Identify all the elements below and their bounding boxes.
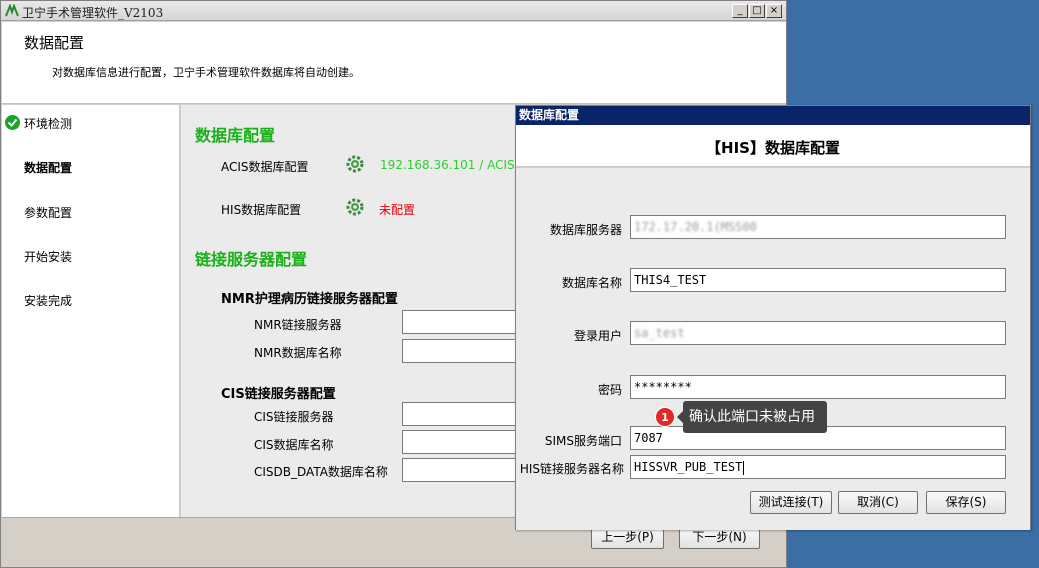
text-caret <box>743 460 745 475</box>
step-env-check[interactable]: 环境检测 <box>2 113 180 133</box>
step-data-config[interactable]: 数据配置 <box>2 157 180 177</box>
link-section-title: 链接服务器配置 <box>195 250 308 269</box>
gear-icon[interactable] <box>346 155 364 173</box>
user-label: 登录用户 <box>573 329 622 343</box>
cis-title: CIS链接服务器配置 <box>221 387 336 402</box>
dialog-header: 【HIS】数据库配置 <box>516 125 1030 167</box>
dialog-heading: 【HIS】数据库配置 <box>706 139 840 157</box>
app-logo-icon <box>5 4 19 17</box>
password-input[interactable]: ******** <box>630 375 1006 399</box>
close-button[interactable]: × <box>766 4 782 18</box>
page-title: 数据配置 <box>24 34 85 52</box>
his-link-value: HISSVR_PUB_TEST <box>634 460 743 474</box>
his-db-label: HIS数据库配置 <box>221 203 302 217</box>
nmr-db-label: NMR数据库名称 <box>254 346 342 360</box>
nmr-server-label: NMR链接服务器 <box>254 318 342 332</box>
user-input[interactable]: sa_test <box>630 321 1006 345</box>
dbname-label: 数据库名称 <box>561 276 622 290</box>
his-link-input[interactable]: HISSVR_PUB_TEST <box>630 455 1006 479</box>
gear-icon[interactable] <box>346 198 364 216</box>
step-label: 环境检测 <box>24 117 73 131</box>
maximize-button[interactable]: □ <box>749 4 765 18</box>
step-label: 参数配置 <box>24 206 73 220</box>
step-start-install[interactable]: 开始安装 <box>2 246 180 266</box>
his-db-value: 未配置 <box>379 203 416 217</box>
cancel-button[interactable]: 取消(C) <box>838 491 918 514</box>
password-label: 密码 <box>597 383 622 397</box>
minimize-button[interactable]: _ <box>732 4 748 18</box>
title-bar: 卫宁手术管理软件_V2103 _ □ × <box>1 1 786 21</box>
nmr-title: NMR护理病历链接服务器配置 <box>221 292 398 307</box>
db-section-title: 数据库配置 <box>195 126 276 145</box>
sims-port-label: SIMS服务端口 <box>544 434 622 448</box>
step-label: 安装完成 <box>24 294 73 308</box>
step-label: 开始安装 <box>24 250 73 264</box>
acis-db-label: ACIS数据库配置 <box>221 160 309 174</box>
user-value: sa_test <box>634 326 685 340</box>
password-value: ******** <box>634 380 692 394</box>
check-icon <box>5 115 20 130</box>
dialog-title-bar: 数据库配置 <box>516 106 1030 125</box>
page-subtitle: 对数据库信息进行配置，卫宁手术管理软件数据库将自动创建。 <box>52 66 360 79</box>
window-title: 卫宁手术管理软件_V2103 <box>22 6 164 20</box>
cis-server-label: CIS链接服务器 <box>254 410 334 424</box>
cis-db-label: CIS数据库名称 <box>254 438 334 452</box>
save-button[interactable]: 保存(S) <box>926 491 1006 514</box>
annotation-badge: 1 <box>655 407 675 427</box>
server-input[interactable]: 172.17.20.1(MSS00 <box>630 215 1006 239</box>
step-install-done[interactable]: 安装完成 <box>2 290 180 310</box>
step-param-config[interactable]: 参数配置 <box>2 202 180 222</box>
sims-port-value: 7087 <box>634 431 663 445</box>
dbname-input[interactable]: THIS4_TEST <box>630 268 1006 292</box>
dialog-body: 数据库服务器 172.17.20.1(MSS00 数据库名称 THIS4_TES… <box>516 168 1030 530</box>
cisdb-data-label: CISDB_DATA数据库名称 <box>254 465 388 479</box>
steps-sidebar: 环境检测 数据配置 参数配置 开始安装 安装完成 <box>2 105 180 517</box>
server-label: 数据库服务器 <box>549 223 622 237</box>
dbname-value: THIS4_TEST <box>634 273 707 287</box>
wizard-header: 数据配置 对数据库信息进行配置，卫宁手术管理软件数据库将自动创建。 <box>2 22 786 104</box>
db-config-dialog: 数据库配置 【HIS】数据库配置 数据库服务器 172.17.20.1(MSS0… <box>515 105 1031 530</box>
step-label: 数据配置 <box>24 161 73 175</box>
server-value: 172.17.20.1(MSS00 <box>634 220 757 234</box>
acis-db-value: 192.168.36.101 / ACIS <box>380 158 515 172</box>
port-tooltip: 确认此端口未被占用 <box>683 401 827 433</box>
test-connection-button[interactable]: 测试连接(T) <box>750 491 832 514</box>
his-link-label: HIS链接服务器名称 <box>519 462 624 476</box>
